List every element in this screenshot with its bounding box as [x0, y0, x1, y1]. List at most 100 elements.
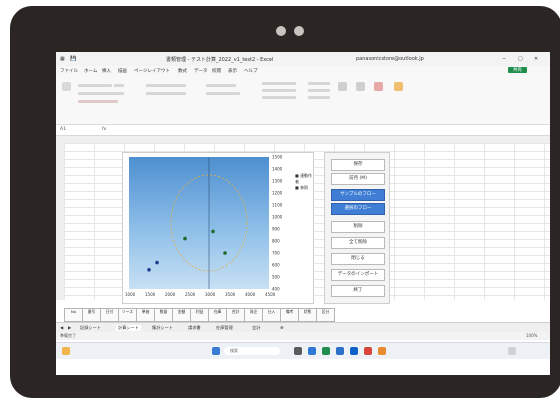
scatter-chart[interactable]: 1500 1400 1300 1200 1100 1000 900 800 700 600 500 4…	[122, 152, 314, 304]
formula-bar: A1 fx	[56, 125, 550, 136]
next-sheet-icon[interactable]: ▶	[68, 325, 71, 330]
ribbon-tabs: ファイル ホーム 挿入 描画 ページレイアウト 数式 データ 校閲 表示 ヘルプ…	[56, 66, 550, 76]
mail-icon[interactable]	[378, 347, 386, 355]
sheet-tab-6[interactable]: 会計	[252, 325, 260, 331]
minimize-icon[interactable]: −	[502, 56, 506, 62]
edge-icon[interactable]	[350, 347, 358, 355]
font-name-box[interactable]	[78, 84, 112, 87]
tablet-frame: ▦ 💾 書類管理 - テスト計算_2022_v1_test2 - Excel p…	[10, 6, 560, 398]
col-button-purchase[interactable]: 仕入	[262, 308, 281, 322]
col-button-stock[interactable]: 在庫	[208, 308, 227, 322]
analyze-data-icon[interactable]	[394, 82, 403, 91]
word-icon[interactable]	[336, 347, 344, 355]
y-tick-label: 400	[272, 287, 280, 292]
data-point[interactable]	[147, 268, 151, 272]
sensor-dot	[294, 26, 304, 36]
save-icon[interactable]: 💾	[70, 56, 76, 62]
cell-styles[interactable]	[262, 96, 296, 99]
number-tools[interactable]	[206, 92, 240, 95]
tab-help[interactable]: ヘルプ	[244, 68, 258, 74]
maximize-icon[interactable]: ▢	[518, 56, 523, 62]
selected-flow-button[interactable]: 選択のフロー	[331, 203, 385, 215]
legend-label-1: 連動作者	[295, 173, 313, 184]
tab-view[interactable]: 表示	[228, 68, 237, 74]
explorer-icon[interactable]	[308, 347, 316, 355]
col-button-no[interactable]: No	[64, 308, 83, 322]
excel-icon[interactable]	[322, 347, 330, 355]
tab-insert[interactable]: 挿入	[102, 68, 111, 74]
number-format-box[interactable]	[206, 84, 236, 87]
close-button[interactable]: 閉じる	[331, 253, 385, 265]
delete-all-button[interactable]: 全て削除	[331, 237, 385, 249]
weather-icon[interactable]	[62, 347, 70, 355]
col-button-order[interactable]: 発注	[244, 308, 263, 322]
x-tick-label: 1000	[125, 292, 136, 297]
format-cells[interactable]	[308, 96, 330, 99]
save-button[interactable]: 保存	[331, 159, 385, 171]
col-button-id[interactable]: 番号	[82, 308, 101, 322]
col-button-note[interactable]: 備考	[280, 308, 299, 322]
sheet-tab-5[interactable]: 在庫管理	[216, 325, 233, 331]
taskbar-search[interactable]: 検索	[224, 347, 280, 355]
sheet-tab-2[interactable]: 計算シート	[116, 325, 141, 331]
paste-icon[interactable]	[62, 82, 71, 91]
prev-sheet-icon[interactable]: ◀	[60, 325, 63, 330]
tab-formulas[interactable]: 数式	[178, 68, 187, 74]
col-button-price[interactable]: 単価	[136, 308, 155, 322]
user-account[interactable]: panasonicstore@outlook.jp	[356, 56, 424, 62]
col-button-source[interactable]: ソース	[118, 308, 137, 322]
name-box[interactable]: A1	[60, 127, 66, 132]
col-button-total[interactable]: 合計	[226, 308, 245, 322]
x-tick-label: 1500	[145, 292, 156, 297]
zoom-level[interactable]: 100%	[526, 333, 537, 338]
sum-icon[interactable]	[338, 82, 347, 91]
font-style-tools[interactable]	[78, 92, 124, 95]
x-tick-label: 3500	[225, 292, 236, 297]
tab-page-layout[interactable]: ページレイアウト	[134, 68, 170, 74]
data-point[interactable]	[155, 260, 159, 265]
close-icon[interactable]: ✕	[534, 56, 538, 62]
data-point[interactable]	[223, 251, 227, 255]
data-point[interactable]	[183, 236, 187, 241]
insert-cells[interactable]	[308, 82, 330, 85]
sheet-tab-3[interactable]: 集計シート	[152, 325, 173, 331]
tab-file[interactable]: ファイル	[60, 68, 78, 74]
add-sheet-icon[interactable]: ⊕	[280, 325, 284, 330]
col-button-profit[interactable]: 利益	[190, 308, 209, 322]
start-icon[interactable]	[212, 347, 220, 355]
delete-cells[interactable]	[308, 89, 330, 92]
alignment-tools[interactable]	[146, 84, 186, 87]
sample-flow-button[interactable]: サンプルのフロー	[331, 189, 385, 201]
fill-color-tools[interactable]	[78, 100, 118, 103]
prev-month-button[interactable]: 前月 (M)	[331, 173, 385, 185]
col-button-qty[interactable]: 数量	[154, 308, 173, 322]
exit-button[interactable]: 終了	[331, 285, 385, 297]
tab-home[interactable]: ホーム	[84, 68, 97, 74]
tab-data[interactable]: データ	[194, 68, 208, 74]
col-button-amount[interactable]: 金額	[172, 308, 191, 322]
import-button[interactable]: データのインポート	[331, 269, 385, 281]
sheet-tab-4[interactable]: 請求書	[188, 325, 201, 331]
clock-icon[interactable]	[508, 347, 516, 355]
share-button[interactable]: 共有	[508, 67, 527, 73]
tab-review[interactable]: 校閲	[212, 68, 221, 74]
delete-button[interactable]: 削除	[331, 221, 385, 233]
x-tick-label: 2000	[165, 292, 176, 297]
x-tick-label: 3000	[205, 292, 216, 297]
conditional-format[interactable]	[262, 82, 296, 85]
sheet-tab-1[interactable]: 記録シート	[80, 325, 101, 331]
col-button-status[interactable]: 状態	[298, 308, 317, 322]
action-button-row: No 番号 日付 ソース 単価 数量 金額 利益 在庫 合計 発注 仕入 備考 …	[64, 308, 335, 322]
indent-tools[interactable]	[146, 92, 186, 95]
col-button-category[interactable]: 区分	[316, 308, 335, 322]
font-size-box[interactable]	[114, 84, 124, 87]
col-button-date[interactable]: 日付	[100, 308, 119, 322]
legend-item: ■ 連動作者	[295, 173, 313, 184]
format-as-table[interactable]	[262, 89, 296, 92]
store-icon[interactable]	[364, 347, 372, 355]
find-select-icon[interactable]	[374, 82, 383, 91]
data-point[interactable]	[211, 229, 215, 234]
tab-draw[interactable]: 描画	[118, 68, 127, 74]
task-view-icon[interactable]	[294, 347, 302, 355]
sort-filter-icon[interactable]	[356, 82, 365, 91]
